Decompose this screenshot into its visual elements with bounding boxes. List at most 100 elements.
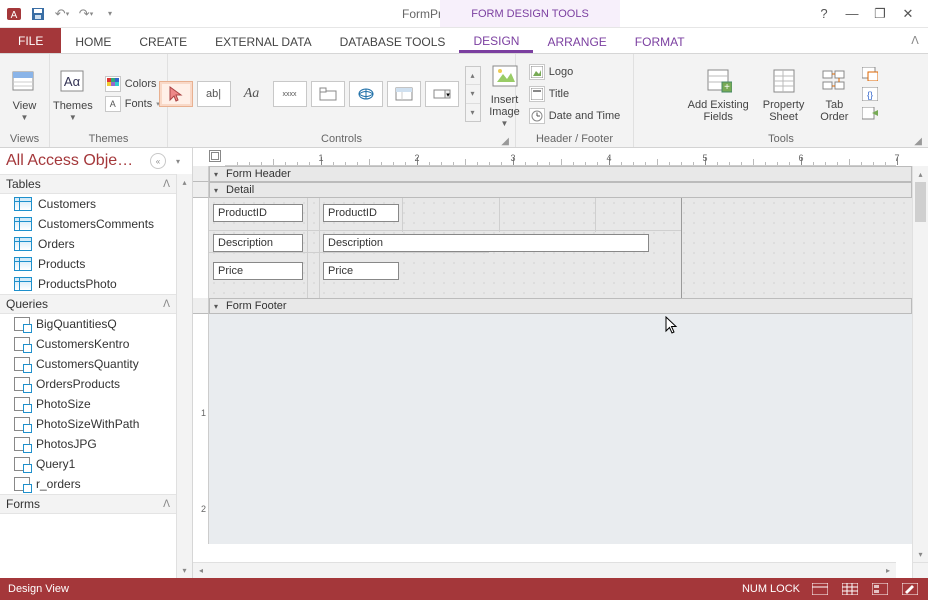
nav-item-label: BigQuantitiesQ bbox=[36, 317, 117, 331]
vertical-ruler[interactable]: 1 2 bbox=[193, 314, 209, 544]
nav-item-query[interactable]: r_orders bbox=[0, 474, 176, 494]
nav-group-tables[interactable]: Tablesᐱ bbox=[0, 174, 176, 194]
nav-item-query[interactable]: PhotoSize bbox=[0, 394, 176, 414]
nav-pane-title: All Access Obje… bbox=[6, 152, 133, 170]
view-datasheet-icon[interactable] bbox=[840, 581, 860, 597]
tool-subform-icon[interactable] bbox=[862, 67, 878, 81]
nav-pane-header[interactable]: All Access Obje… « ▾ bbox=[0, 148, 192, 174]
control-select-tool[interactable] bbox=[159, 81, 193, 107]
nav-item-table[interactable]: Orders bbox=[0, 234, 176, 254]
control-price[interactable]: Price bbox=[323, 262, 399, 280]
control-textbox[interactable]: ab| bbox=[197, 81, 231, 107]
control-tab[interactable] bbox=[311, 81, 345, 107]
scroll-down-icon[interactable]: ▾ bbox=[177, 562, 192, 578]
control-hyperlink[interactable] bbox=[349, 81, 383, 107]
nav-scrollbar[interactable]: ▴ ▾ bbox=[176, 174, 192, 578]
nav-item-query[interactable]: PhotoSizeWithPath bbox=[0, 414, 176, 434]
label-price[interactable]: Price bbox=[213, 262, 303, 280]
nav-group-queries[interactable]: Queriesᐱ bbox=[0, 294, 176, 314]
nav-item-table[interactable]: Customers bbox=[0, 194, 176, 214]
logo-button[interactable]: Logo bbox=[525, 63, 625, 81]
close-icon[interactable]: ✕ bbox=[898, 4, 918, 24]
nav-item-query[interactable]: Query1 bbox=[0, 454, 176, 474]
save-icon[interactable] bbox=[30, 6, 46, 22]
scroll-up-icon[interactable]: ▴ bbox=[913, 166, 928, 182]
property-sheet-button[interactable]: Property Sheet bbox=[759, 63, 809, 125]
fonts-icon: A bbox=[105, 96, 121, 112]
control-description[interactable]: Description bbox=[323, 234, 649, 252]
svg-text:{}: {} bbox=[867, 90, 873, 100]
navigation-pane: All Access Obje… « ▾ Tablesᐱ Customers C… bbox=[0, 148, 193, 578]
view-form-icon[interactable] bbox=[810, 581, 830, 597]
gallery-more-icon[interactable]: ▾ bbox=[466, 104, 480, 121]
tab-format[interactable]: FORMAT bbox=[621, 28, 699, 53]
vertical-ruler[interactable] bbox=[193, 198, 209, 298]
redo-icon[interactable]: ↷▾ bbox=[78, 6, 94, 22]
form-selector[interactable] bbox=[209, 150, 221, 162]
datetime-button[interactable]: Date and Time bbox=[525, 107, 625, 125]
control-navigation[interactable] bbox=[387, 81, 421, 107]
design-background[interactable] bbox=[209, 314, 912, 544]
dialog-launcher-icon[interactable]: ◢ bbox=[914, 136, 922, 147]
qat-customize-icon[interactable]: ▾ bbox=[102, 6, 118, 22]
minimize-icon[interactable]: — bbox=[842, 4, 862, 24]
title-button[interactable]: Title bbox=[525, 85, 625, 103]
gallery-down-icon[interactable]: ▾ bbox=[466, 85, 480, 103]
tool-convert-macros-icon[interactable] bbox=[862, 107, 878, 121]
section-bar-detail[interactable]: Detail bbox=[209, 182, 912, 198]
scroll-down-icon[interactable]: ▾ bbox=[913, 546, 928, 562]
scroll-up-icon[interactable]: ▴ bbox=[177, 174, 192, 190]
section-bar-form-footer[interactable]: Form Footer bbox=[209, 298, 912, 314]
tab-order-button[interactable]: Tab Order bbox=[814, 63, 854, 125]
nav-group-forms[interactable]: Formsᐱ bbox=[0, 494, 176, 514]
controls-gallery-scroll[interactable]: ▴ ▾ ▾ bbox=[465, 66, 481, 122]
control-label[interactable]: Aa bbox=[235, 81, 269, 107]
ruler-label: 3 bbox=[510, 153, 515, 163]
nav-item-table[interactable]: ProductsPhoto bbox=[0, 274, 176, 294]
detail-section[interactable]: ProductID ProductID Description Descript… bbox=[209, 198, 912, 298]
control-productid[interactable]: ProductID bbox=[323, 204, 399, 222]
nav-dropdown-icon[interactable]: ▾ bbox=[170, 153, 186, 169]
view-layout-icon[interactable] bbox=[870, 581, 890, 597]
tab-create[interactable]: CREATE bbox=[125, 28, 201, 53]
tab-file[interactable]: FILE bbox=[0, 28, 61, 53]
view-button[interactable]: View ▼ bbox=[5, 64, 45, 125]
themes-icon: Aα bbox=[57, 66, 89, 98]
gallery-up-icon[interactable]: ▴ bbox=[466, 67, 480, 85]
nav-item-query[interactable]: OrdersProducts bbox=[0, 374, 176, 394]
view-design-icon[interactable] bbox=[900, 581, 920, 597]
tab-external-data[interactable]: EXTERNAL DATA bbox=[201, 28, 325, 53]
dialog-launcher-icon[interactable]: ◢ bbox=[501, 136, 509, 147]
nav-item-query[interactable]: CustomersKentro bbox=[0, 334, 176, 354]
control-combobox[interactable]: ▾ bbox=[425, 81, 459, 107]
nav-item-query[interactable]: CustomersQuantity bbox=[0, 354, 176, 374]
nav-item-table[interactable]: Products bbox=[0, 254, 176, 274]
horizontal-scrollbar[interactable]: ◂ ▸ bbox=[193, 562, 896, 578]
undo-icon[interactable]: ↶▾ bbox=[54, 6, 70, 22]
nav-item-query[interactable]: PhotosJPG bbox=[0, 434, 176, 454]
scroll-left-icon[interactable]: ◂ bbox=[193, 566, 209, 575]
tab-database-tools[interactable]: DATABASE TOOLS bbox=[326, 28, 460, 53]
themes-button[interactable]: Aα Themes ▼ bbox=[49, 64, 97, 125]
nav-item-table[interactable]: CustomersComments bbox=[0, 214, 176, 234]
help-icon[interactable]: ? bbox=[814, 4, 834, 24]
scroll-right-icon[interactable]: ▸ bbox=[880, 566, 896, 575]
control-button[interactable]: xxxx bbox=[273, 81, 307, 107]
add-existing-fields-button[interactable]: + Add Existing Fields bbox=[684, 63, 753, 125]
restore-icon[interactable]: ❐ bbox=[870, 4, 890, 24]
tab-design[interactable]: DESIGN bbox=[459, 28, 533, 53]
collapse-ribbon-icon[interactable]: ᐱ bbox=[902, 28, 928, 53]
nav-item-query[interactable]: BigQuantitiesQ bbox=[0, 314, 176, 334]
scroll-thumb[interactable] bbox=[915, 182, 926, 222]
horizontal-ruler[interactable]: 1234567 bbox=[225, 148, 896, 166]
nav-collapse-icon[interactable]: « bbox=[150, 153, 166, 169]
label-productid[interactable]: ProductID bbox=[213, 204, 303, 222]
section-bar-form-header[interactable]: Form Header bbox=[209, 166, 912, 182]
group-label-tools: Tools◢ bbox=[640, 131, 922, 147]
tool-code-icon[interactable]: {} bbox=[862, 87, 878, 101]
vertical-scrollbar[interactable]: ▴ ▾ bbox=[912, 166, 928, 562]
tab-arrange[interactable]: ARRANGE bbox=[533, 28, 620, 53]
section-label: Form Header bbox=[226, 168, 291, 180]
tab-home[interactable]: HOME bbox=[61, 28, 125, 53]
label-description[interactable]: Description bbox=[213, 234, 303, 252]
